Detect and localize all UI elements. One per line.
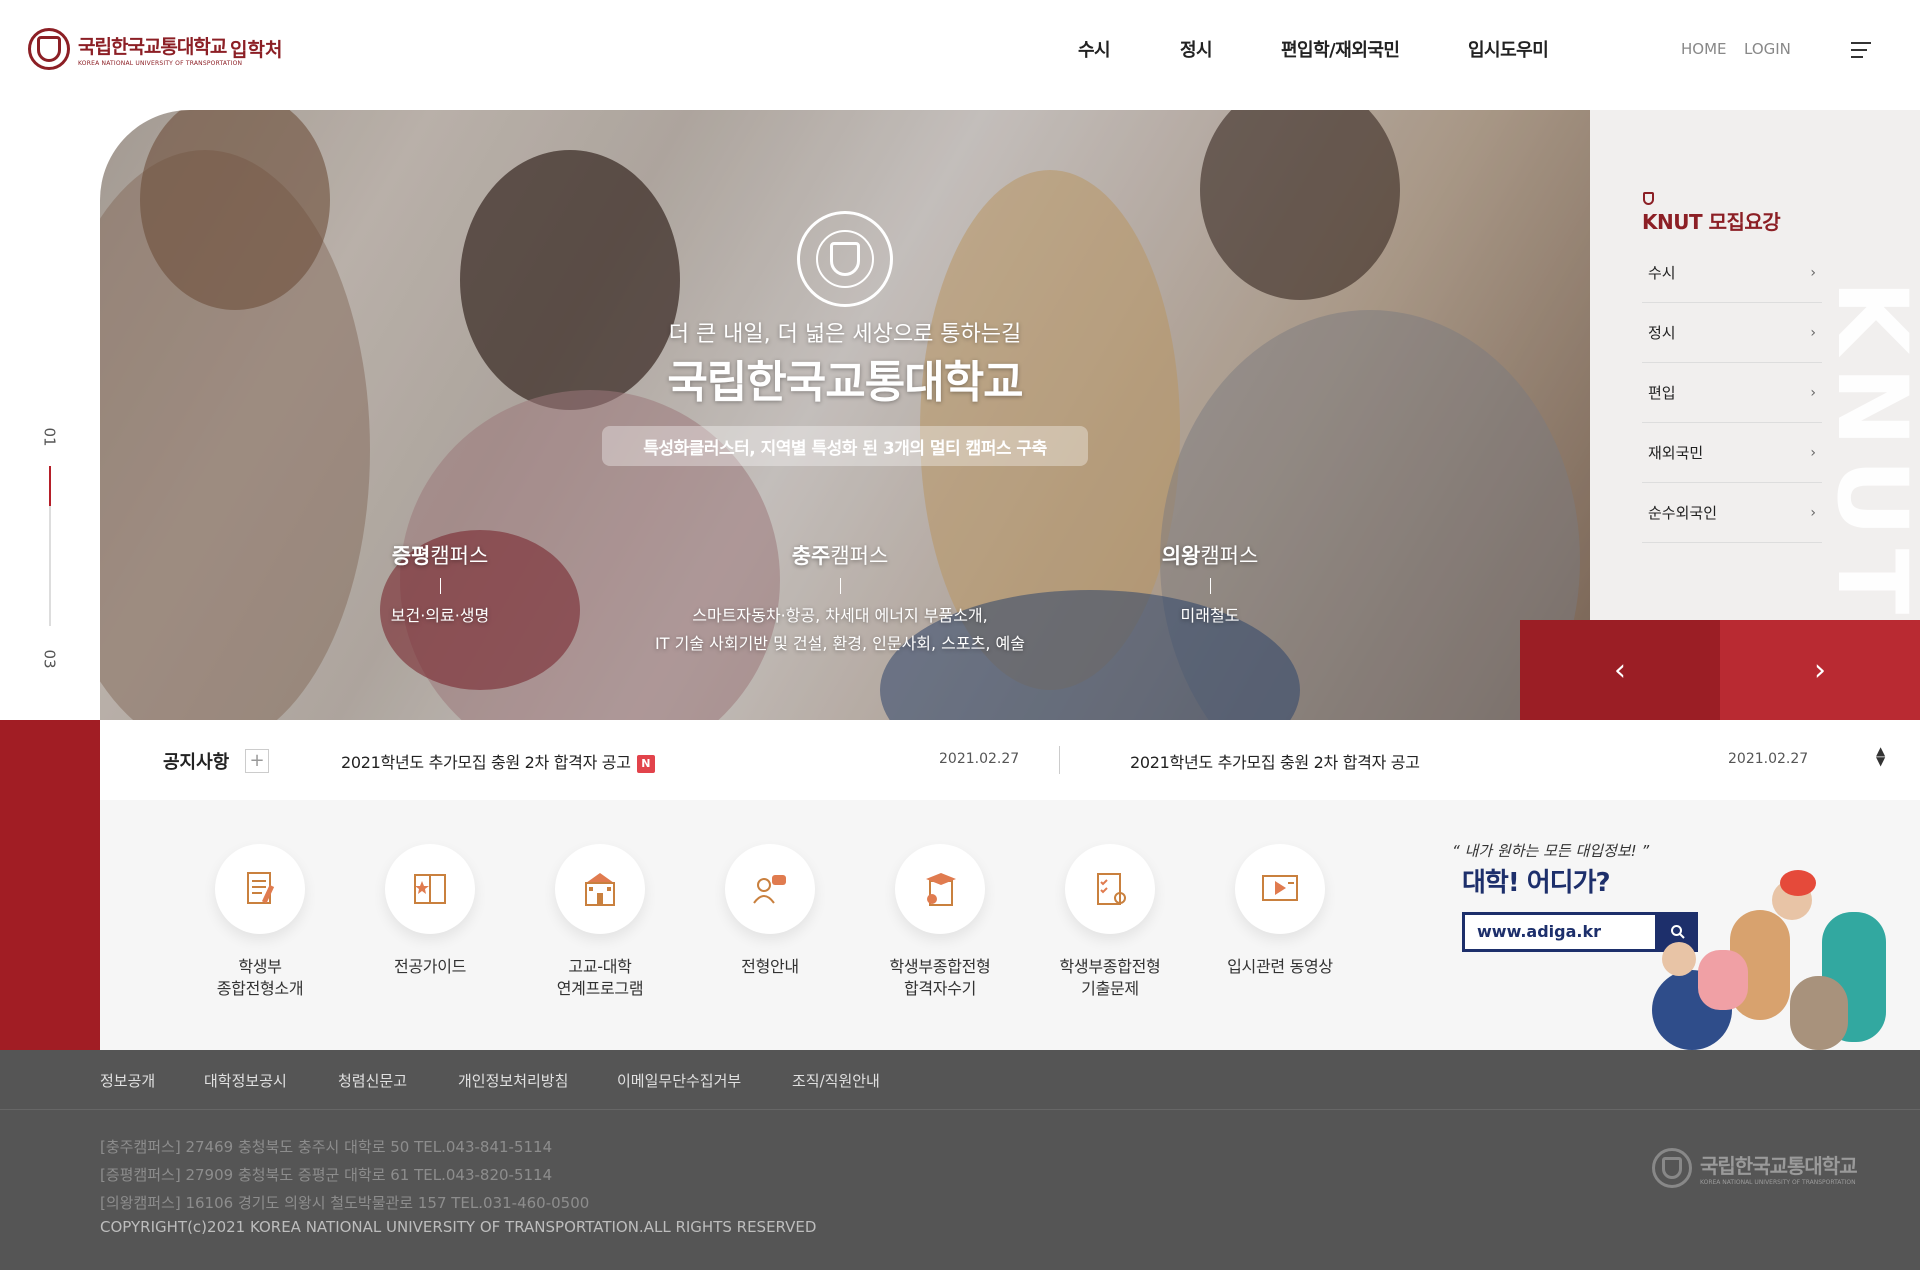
copyright: COPYRIGHT(c)2021 KOREA NATIONAL UNIVERSI… <box>100 1218 817 1236</box>
logo-name: 국립한국교통대학교 <box>78 35 227 58</box>
hero-emblem-icon <box>797 211 893 307</box>
adiga-title: 대학! 어디가? <box>1462 868 1611 898</box>
footer-link-integrity[interactable]: 청렴신문고 <box>338 1070 407 1091</box>
login-link[interactable]: LOGIN <box>1744 40 1791 58</box>
chevron-right-icon: › <box>1810 384 1816 401</box>
quick-item-linkage-program[interactable]: 고교-대학 연계프로그램 <box>525 844 675 1000</box>
consultation-icon <box>750 871 790 907</box>
video-lecture-icon <box>1260 871 1300 907</box>
chevron-right-icon: › <box>1810 444 1816 461</box>
logo-eng: KOREA NATIONAL UNIVERSITY OF TRANSPORTAT… <box>78 59 243 67</box>
hero-subtitle: 더 큰 내일, 더 넓은 세상으로 통하는길 <box>668 322 1022 347</box>
university-emblem-icon <box>28 28 70 70</box>
pager-progress <box>49 466 51 626</box>
footer-link-staff[interactable]: 조직/직원안내 <box>792 1070 880 1091</box>
recruit-panel: KNUT KNUT 모집요강 수시 › 정시 › 편입 › 재외국민 › 순수외국인 › <box>1590 110 1920 620</box>
recruit-item-transfer[interactable]: 편입 › <box>1642 363 1822 423</box>
quick-item-past-questions[interactable]: 학생부종합전형 기출문제 <box>1035 844 1185 1000</box>
nav-item-helper[interactable]: 입시도우미 <box>1468 36 1549 62</box>
recruit-item-overseas[interactable]: 재외국민 › <box>1642 423 1822 483</box>
notice-more-button[interactable]: + <box>245 749 269 773</box>
notice-date: 2021.02.27 <box>939 751 1020 767</box>
footer-link-disclosure[interactable]: 정보공개 <box>100 1070 155 1091</box>
slide-pager: 01 03 <box>0 110 100 720</box>
chevron-right-icon: › <box>1810 264 1816 281</box>
footer-logo: 국립한국교통대학교 KOREA NATIONAL UNIVERSITY OF T… <box>1652 1148 1858 1188</box>
address-jeungpyeong: [증평캠퍼스] 27909 충청북도 증평군 대학로 61 TEL.043-82… <box>100 1166 553 1184</box>
logo-dept: 입학처 <box>230 39 283 61</box>
nav-item-susi[interactable]: 수시 <box>1078 36 1111 62</box>
site-header: 국립한국교통대학교 KOREA NATIONAL UNIVERSITY OF T… <box>0 0 1920 110</box>
site-logo[interactable]: 국립한국교통대학교 KOREA NATIONAL UNIVERSITY OF T… <box>28 26 288 72</box>
footer-emblem-icon <box>1652 1148 1692 1188</box>
quick-menu: 학생부 종합전형소개 전공가이드 고교-대학 연계프로그램 전형안내 학생부종합전형… <box>100 800 1920 1050</box>
book-star-icon <box>410 871 450 907</box>
accent-block <box>0 720 100 1050</box>
document-pen-icon <box>240 871 280 907</box>
new-badge: N <box>636 755 655 773</box>
hero-pill: 특성화클러스터, 지역별 특성화 된 3개의 멀티 캠퍼스 구축 <box>602 426 1088 466</box>
hero-title: 국립한국교통대학교 <box>667 357 1023 408</box>
school-building-icon <box>580 871 620 907</box>
search-icon <box>1671 925 1685 939</box>
quick-item-major-guide[interactable]: 전공가이드 <box>355 844 505 978</box>
hero-slide: 더 큰 내일, 더 넓은 세상으로 통하는길 국립한국교통대학교 특성화클러스터… <box>100 110 1590 720</box>
quick-item-success-stories[interactable]: 학생부종합전형 합격자수기 <box>865 844 1015 1000</box>
quick-item-admission-guide[interactable]: 전형안내 <box>695 844 845 978</box>
chevron-right-icon: › <box>1810 324 1816 341</box>
quick-item-comprehensive[interactable]: 학생부 종합전형소개 <box>185 844 335 1000</box>
graduate-certificate-icon <box>920 871 960 907</box>
footer-link-privacy[interactable]: 개인정보처리방침 <box>458 1070 568 1091</box>
recruit-item-foreigner[interactable]: 순수외국인 › <box>1642 483 1822 543</box>
recruit-item-susi[interactable]: 수시 › <box>1642 243 1822 303</box>
site-footer: [충주캠퍼스] 27469 충청북도 충주시 대학로 50 TEL.043-84… <box>0 1110 1920 1270</box>
notice-scroll-icon[interactable]: ▲ ▼ <box>1876 745 1885 767</box>
pin-icon <box>1643 192 1654 205</box>
nav-item-transfer[interactable]: 편입학/재외국민 <box>1281 36 1400 62</box>
nav-item-jeongsi[interactable]: 정시 <box>1180 36 1213 62</box>
address-uiwang: [의왕캠퍼스] 16106 경기도 의왕시 철도박물관로 157 TEL.031… <box>100 1194 590 1212</box>
pager-current: 01 <box>40 427 59 447</box>
notice-divider <box>1059 746 1060 774</box>
adiga-url-field[interactable]: www.adiga.kr <box>1462 912 1658 952</box>
menu-icon[interactable] <box>1851 42 1873 60</box>
notice-item[interactable]: 2021학년도 추가모집 충원 2차 합격자 공고 <box>1130 749 1420 773</box>
address-chungju: [충주캠퍼스] 27469 충청북도 충주시 대학로 50 TEL.043-84… <box>100 1138 553 1156</box>
checklist-icon <box>1090 871 1130 907</box>
footer-link-email-refusal[interactable]: 이메일무단수집거부 <box>617 1070 741 1091</box>
slide-next-button[interactable]: › <box>1720 620 1920 720</box>
notice-bar: 공지사항 + 2021학년도 추가모집 충원 2차 합격자 공고 N 2021.0… <box>100 720 1920 800</box>
campus-chungju: 충주캠퍼스 스마트자동차·항공, 차세대 에너지 부품소개, IT 기술 사회기… <box>655 544 1025 653</box>
chevron-right-icon: › <box>1810 504 1816 521</box>
campus-jeungpyeong: 증평캠퍼스 보건·의료·생명 <box>390 544 490 625</box>
pager-total: 03 <box>40 649 59 669</box>
recruit-title: KNUT 모집요강 <box>1642 210 1781 234</box>
knut-deco-text: KNUT <box>1816 280 1920 620</box>
notice-label: 공지사항 <box>163 752 230 773</box>
campus-uiwang: 의왕캠퍼스 미래철도 <box>1161 544 1259 625</box>
footer-link-univ-info[interactable]: 대학정보공시 <box>204 1070 287 1091</box>
slide-prev-button[interactable]: ‹ <box>1520 620 1720 720</box>
home-link[interactable]: HOME <box>1681 40 1727 58</box>
quick-item-videos[interactable]: 입시관련 동영상 <box>1205 844 1355 978</box>
adiga-quote: “ 내가 원하는 모든 대입정보! ” <box>1452 842 1650 860</box>
notice-date: 2021.02.27 <box>1728 751 1809 767</box>
footer-links: 정보공개 대학정보공시 청렴신문고 개인정보처리방침 이메일무단수집거부 조직/… <box>0 1050 1920 1110</box>
notice-item[interactable]: 2021학년도 추가모집 충원 2차 합격자 공고 N <box>341 749 655 773</box>
recruit-item-jeongsi[interactable]: 정시 › <box>1642 303 1822 363</box>
